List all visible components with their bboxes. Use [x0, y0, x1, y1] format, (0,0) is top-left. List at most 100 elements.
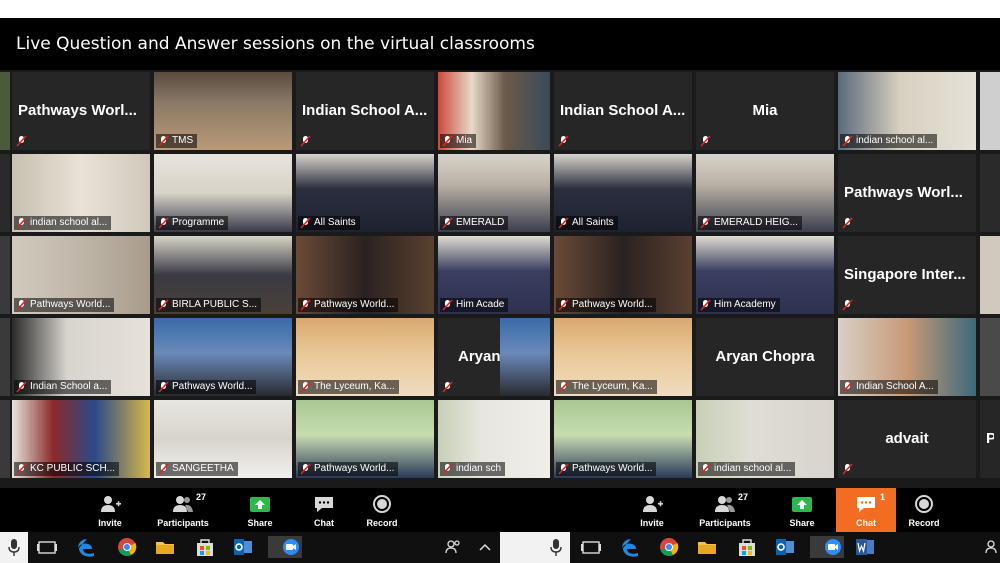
video-tile[interactable]: indian sch	[438, 400, 550, 478]
video-tile[interactable]	[0, 400, 10, 478]
video-tile[interactable]	[980, 236, 1000, 314]
video-tile[interactable]	[980, 72, 1000, 150]
video-tile[interactable]: Pathways World...	[296, 236, 434, 314]
chevron-up-icon[interactable]	[474, 536, 496, 558]
video-tile[interactable]: Mia	[696, 72, 834, 150]
invite-button[interactable]: Invite	[622, 488, 682, 532]
windows-taskbar-left	[28, 532, 500, 563]
mic-muted-icon	[842, 381, 853, 393]
video-tile[interactable]: TMS	[154, 72, 292, 150]
chat-button[interactable]: Chat	[294, 488, 354, 532]
mic-muted-icon	[558, 463, 569, 475]
video-tile[interactable]: Singapore Inter...	[838, 236, 976, 314]
video-tile[interactable]: All Saints	[554, 154, 692, 232]
video-tile[interactable]	[0, 236, 10, 314]
banner: Live Question and Answer sessions on the…	[0, 18, 1000, 70]
people-icon[interactable]	[982, 536, 1000, 558]
video-tile[interactable]: indian school al...	[696, 400, 834, 478]
video-tile[interactable]: EMERALD	[438, 154, 550, 232]
video-tile[interactable]: Pathways World...	[554, 236, 692, 314]
share-screen-icon	[792, 497, 812, 512]
invite-button[interactable]: Invite	[80, 488, 140, 532]
video-tile[interactable]	[0, 318, 10, 396]
chrome-browser-icon[interactable]	[116, 536, 138, 558]
video-tile[interactable]: All Saints	[296, 154, 434, 232]
mic-muted-icon	[700, 135, 711, 147]
participants-button[interactable]: 27 Participants	[694, 488, 756, 532]
mic-muted-icon	[158, 381, 169, 393]
video-tile[interactable]: advait	[838, 400, 976, 478]
zoom-app-icon[interactable]	[810, 536, 844, 558]
video-tile[interactable]: Pathways World...	[554, 400, 692, 478]
video-tile[interactable]: Indian School A...	[296, 72, 434, 150]
invite-label: Invite	[98, 518, 122, 528]
video-tile[interactable]	[980, 318, 1000, 396]
mic-muted-icon	[300, 381, 311, 393]
video-tile[interactable]: The Lyceum, Ka...	[554, 318, 692, 396]
video-tile[interactable]	[0, 72, 10, 150]
video-tile[interactable]: Mia	[438, 72, 550, 150]
video-tile[interactable]: Aryan	[438, 318, 550, 396]
record-label: Record	[366, 518, 398, 528]
people-icon[interactable]	[442, 536, 464, 558]
chrome-browser-icon[interactable]	[658, 536, 680, 558]
video-tile[interactable]: KC PUBLIC SCH...	[12, 400, 150, 478]
windows-taskbar-right	[570, 532, 1000, 563]
word-icon[interactable]	[854, 536, 876, 558]
file-explorer-icon[interactable]	[696, 536, 718, 558]
chat-button[interactable]: 1 Chat	[836, 488, 896, 532]
participant-name: Pathways World...	[156, 380, 257, 394]
mic-muted-icon	[558, 217, 569, 229]
record-button[interactable]: Record	[352, 488, 412, 532]
mic-muted-icon	[558, 135, 569, 147]
video-tile[interactable]: Pathways World...	[12, 236, 150, 314]
share-button[interactable]: Share	[230, 488, 290, 532]
video-tile[interactable]: Him Acade	[438, 236, 550, 314]
task-view-icon[interactable]	[36, 536, 58, 558]
mic-muted-icon	[158, 299, 169, 311]
participant-name: Pathways Worl...	[18, 102, 137, 119]
store-icon[interactable]	[194, 536, 216, 558]
video-tile[interactable]: EMERALD HEIG...	[696, 154, 834, 232]
participant-name: Pathways Worl...	[844, 184, 963, 201]
video-tile[interactable]: indian school al...	[838, 72, 976, 150]
task-view-icon[interactable]	[580, 536, 602, 558]
edge-browser-icon[interactable]	[620, 536, 642, 558]
zoom-app-icon[interactable]	[268, 536, 302, 558]
video-tile[interactable]: Pathways Worl...	[838, 154, 976, 232]
video-tile[interactable]: Indian School a...	[12, 318, 150, 396]
mic-muted-icon	[158, 135, 169, 147]
taskbar-search[interactable]	[0, 532, 28, 563]
taskbar-search[interactable]	[500, 532, 570, 563]
share-button[interactable]: Share	[772, 488, 832, 532]
participant-name: Pathways World...	[556, 462, 657, 476]
video-tile[interactable]: Programme	[154, 154, 292, 232]
video-tile[interactable]	[0, 154, 10, 232]
invite-label: Invite	[640, 518, 664, 528]
video-tile[interactable]: Indian School A...	[554, 72, 692, 150]
video-tile[interactable]: Him Academy	[696, 236, 834, 314]
video-tile[interactable]	[980, 154, 1000, 232]
video-tile[interactable]: BIRLA PUBLIC S...	[154, 236, 292, 314]
video-tile[interactable]: indian school al...	[12, 154, 150, 232]
video-tile[interactable]: Indian School A...	[838, 318, 976, 396]
participant-name: Pathways World...	[298, 298, 399, 312]
video-tile[interactable]: Pathways World...	[154, 318, 292, 396]
video-tile[interactable]: The Lyceum, Ka...	[296, 318, 434, 396]
outlook-icon[interactable]	[774, 536, 796, 558]
participants-button[interactable]: 27 Participants	[152, 488, 214, 532]
participant-name: Singapore Inter...	[844, 266, 966, 283]
file-explorer-icon[interactable]	[154, 536, 176, 558]
video-tile[interactable]: Aryan Chopra	[696, 318, 834, 396]
video-tile[interactable]: Pathways World...	[296, 400, 434, 478]
record-button[interactable]: Record	[894, 488, 954, 532]
participants-count: 27	[738, 492, 749, 502]
video-tile[interactable]: Pathways Worl...	[12, 72, 150, 150]
mic-muted-icon	[442, 217, 453, 229]
store-icon[interactable]	[736, 536, 758, 558]
mic-muted-icon	[700, 217, 711, 229]
video-tile[interactable]: SANGEETHA	[154, 400, 292, 478]
video-tile[interactable]: Pa	[980, 400, 1000, 478]
outlook-icon[interactable]	[232, 536, 254, 558]
edge-browser-icon[interactable]	[76, 536, 98, 558]
